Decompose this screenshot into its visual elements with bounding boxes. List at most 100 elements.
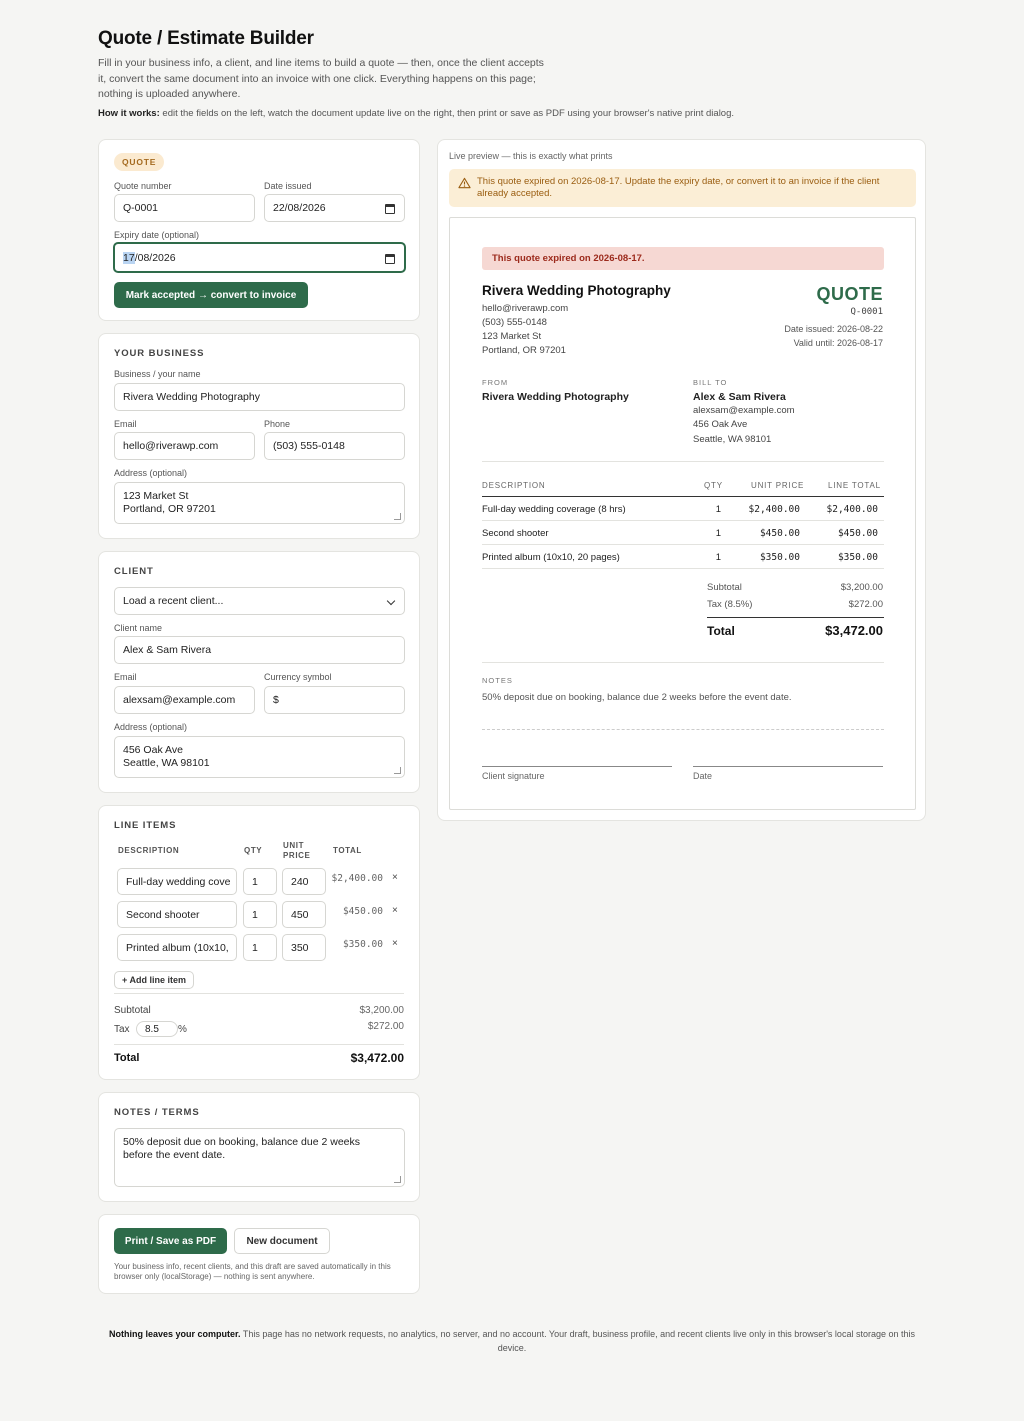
notes-card: NOTES / TERMS 50% deposit due on booking… <box>98 1092 420 1202</box>
expiry-date-input[interactable]: 17/08/2026 <box>113 242 406 273</box>
preview-row-qty: 1 <box>715 504 721 515</box>
date-issued-input[interactable]: 22/08/2026 <box>264 194 405 222</box>
bill-to-name: Alex & Sam Rivera <box>693 391 786 403</box>
th-description: DESCRIPTION <box>482 481 546 490</box>
business-address-input[interactable]: 123 Market St Portland, OR 97201 <box>114 482 405 524</box>
how-it-works-text: edit the fields on the left, watch the d… <box>162 107 735 119</box>
line-items-card: LINE ITEMS DESCRIPTION QTY UNIT PRICE TO… <box>98 805 420 1080</box>
date-line <box>693 766 883 767</box>
currency-input[interactable]: $ <box>264 686 405 714</box>
footer-bold: Nothing leaves your computer. <box>109 1329 241 1339</box>
preview-row-description: Full-day wedding coverage (8 hrs) <box>482 504 626 515</box>
preview-subtotal: $3,200.00 <box>840 582 883 593</box>
preview-total-label: Total <box>707 624 735 638</box>
line-item-qty[interactable]: 1 <box>243 901 277 928</box>
preview-date-issued: Date issued: 2026-08-22 <box>784 324 883 334</box>
col-description: DESCRIPTION <box>118 846 180 855</box>
line-item-qty[interactable]: 1 <box>243 868 277 895</box>
preview-total: $3,472.00 <box>825 623 883 638</box>
row-divider <box>482 544 884 545</box>
date-label: Date <box>693 771 713 781</box>
preview-valid-until: Valid until: 2026-08-17 <box>793 338 883 348</box>
client-section-title: CLIENT <box>114 566 154 577</box>
business-phone-input[interactable]: (503) 555-0148 <box>264 432 405 460</box>
business-card: YOUR BUSINESS Business / your name River… <box>98 333 420 539</box>
chevron-down-icon <box>386 596 396 606</box>
tax-label: Tax <box>114 1024 130 1035</box>
tax-amount: $272.00 <box>367 1021 404 1032</box>
page-title: Quote / Estimate Builder <box>98 28 314 49</box>
line-item-total: $350.00 <box>342 939 383 950</box>
new-document-button[interactable]: New document <box>234 1228 330 1254</box>
line-item-unit-price[interactable]: 240 <box>282 868 326 895</box>
preview-tax: $272.00 <box>848 599 883 610</box>
expiry-day-selected: 17 <box>123 251 135 264</box>
total-label: Total <box>114 1052 140 1064</box>
business-name-label: Business / your name <box>114 369 201 379</box>
subtotal-value: $3,200.00 <box>359 1005 405 1016</box>
divider <box>114 1044 404 1045</box>
business-name-input[interactable]: Rivera Wedding Photography <box>114 383 405 411</box>
line-item-description[interactable]: Full-day wedding cove <box>117 868 237 895</box>
doc-type-badge: QUOTE <box>114 153 165 171</box>
preview-notes: 50% deposit due on booking, balance due … <box>482 692 792 703</box>
line-items-section-title: LINE ITEMS <box>114 820 177 831</box>
preview-doc-number: Q-0001 <box>850 307 883 317</box>
preview-business-name: Rivera Wedding Photography <box>482 283 671 298</box>
preview-row-unit: $2,400.00 <box>748 504 800 515</box>
remove-line-item-icon[interactable]: × <box>392 872 398 883</box>
expiry-warning-text: This quote expired on 2026-08-17. Update… <box>477 176 880 199</box>
warning-icon <box>458 177 471 189</box>
preview-business-phone: (503) 555-0148 <box>482 317 547 328</box>
client-email-input[interactable]: alexsam@example.com <box>114 686 255 714</box>
expiry-date-rest: /08/2026 <box>134 251 176 264</box>
from-name: Rivera Wedding Photography <box>482 391 629 403</box>
preview-row-qty: 1 <box>715 552 721 563</box>
line-item-description[interactable]: Printed album (10x10, <box>117 934 237 961</box>
tax-rate-input[interactable]: 8.5 <box>136 1021 178 1037</box>
date-issued-label: Date issued <box>264 181 312 191</box>
expiry-warning: This quote expired on 2026-08-17. Update… <box>449 169 916 207</box>
total-value: $3,472.00 <box>350 1051 404 1065</box>
preview-business-address-2: Portland, OR 97201 <box>482 345 566 356</box>
table-header-rule <box>482 496 884 497</box>
business-phone-label: Phone <box>264 419 291 429</box>
bill-to-address-1: 456 Oak Ave <box>693 419 748 430</box>
convert-to-invoice-button[interactable]: Mark accepted → convert to invoice <box>114 282 308 308</box>
divider <box>482 662 884 663</box>
client-name-input[interactable]: Alex & Sam Rivera <box>114 636 405 664</box>
actions-card: Print / Save as PDF New document Your bu… <box>98 1214 420 1294</box>
line-item-unit-price[interactable]: 450 <box>282 901 326 928</box>
remove-line-item-icon[interactable]: × <box>392 938 398 949</box>
line-item-description[interactable]: Second shooter <box>117 901 237 928</box>
print-save-pdf-button[interactable]: Print / Save as PDF <box>114 1228 227 1254</box>
recent-client-select[interactable]: Load a recent client... <box>114 587 405 615</box>
col-qty: QTY <box>244 846 263 855</box>
dashed-divider <box>482 729 884 730</box>
how-it-works-label: How it works: <box>98 107 160 119</box>
calendar-icon[interactable] <box>385 204 395 214</box>
expiry-date-label: Expiry date (optional) <box>114 230 200 240</box>
document-meta-card: QUOTE Quote number Q-0001 Date issued 22… <box>98 139 420 321</box>
client-address-input[interactable]: 456 Oak Ave Seattle, WA 98101 <box>114 736 405 778</box>
business-email-input[interactable]: hello@riverawp.com <box>114 432 255 460</box>
line-item-total: $2,400.00 <box>331 873 383 884</box>
notes-input[interactable]: 50% deposit due on booking, balance due … <box>114 1128 405 1187</box>
bill-to-email: alexsam@example.com <box>693 405 795 416</box>
remove-line-item-icon[interactable]: × <box>392 905 398 916</box>
th-qty: QTY <box>704 481 723 490</box>
tax-percent-sign: % <box>178 1024 187 1035</box>
quote-number-input[interactable]: Q-0001 <box>114 194 255 222</box>
calendar-icon[interactable] <box>385 254 395 264</box>
business-email-label: Email <box>114 419 137 429</box>
business-address-label: Address (optional) <box>114 468 188 478</box>
line-item-unit-price[interactable]: 350 <box>282 934 326 961</box>
live-preview-panel: Live preview — this is exactly what prin… <box>437 139 926 821</box>
preview-row-description: Printed album (10x10, 20 pages) <box>482 552 620 563</box>
recent-client-value: Load a recent client... <box>123 595 224 607</box>
add-line-item-button[interactable]: + Add line item <box>114 971 194 989</box>
line-item-qty[interactable]: 1 <box>243 934 277 961</box>
preview-row-unit: $350.00 <box>759 552 800 563</box>
notes-section-title: NOTES / TERMS <box>114 1107 200 1118</box>
total-rule <box>707 617 884 618</box>
